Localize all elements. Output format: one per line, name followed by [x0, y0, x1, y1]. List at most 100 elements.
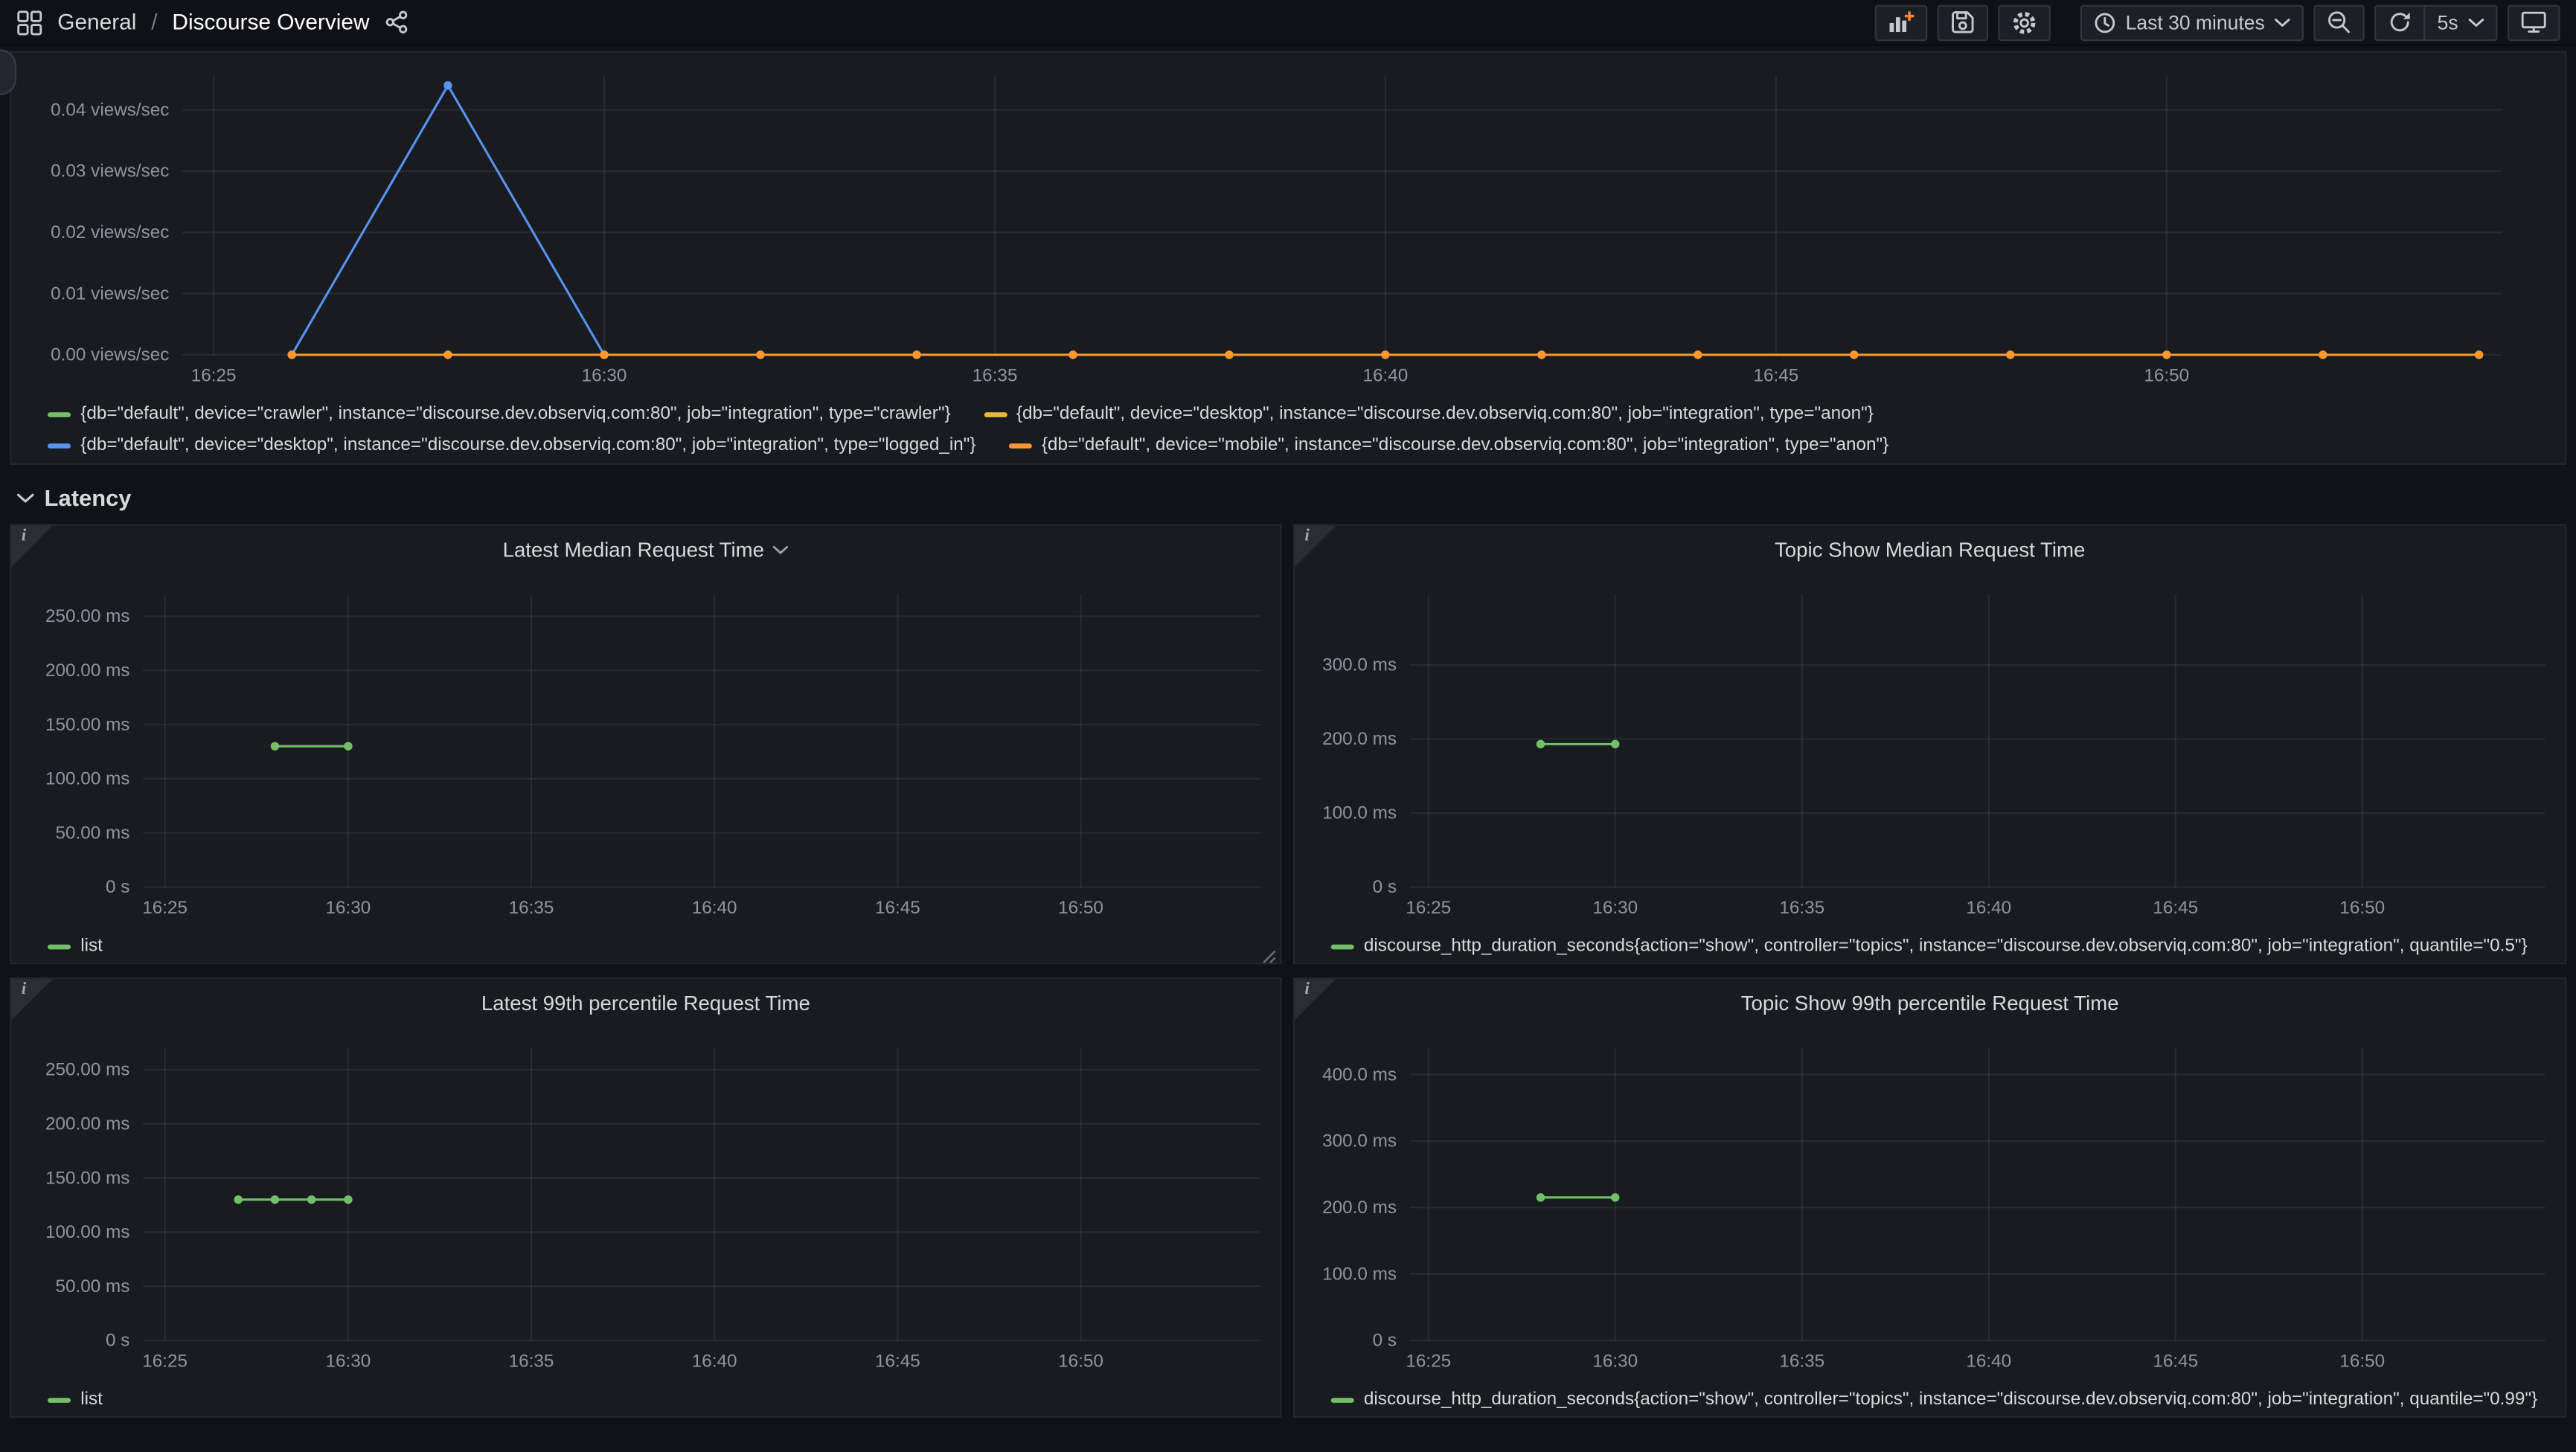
- svg-text:16:25: 16:25: [142, 1351, 188, 1371]
- svg-text:16:35: 16:35: [1779, 1351, 1824, 1371]
- svg-text:16:35: 16:35: [509, 898, 554, 918]
- svg-text:0.03 views/sec: 0.03 views/sec: [51, 161, 169, 182]
- svg-text:150.00 ms: 150.00 ms: [45, 1168, 129, 1188]
- svg-text:16:40: 16:40: [1363, 365, 1409, 385]
- panel-info-icon[interactable]: i: [1295, 526, 1336, 567]
- series-label: list: [80, 933, 103, 959]
- latest-p99-chart[interactable]: 16:2516:3016:3516:4016:4516:500 s50.00 m…: [11, 1028, 1283, 1383]
- breadcrumb-section[interactable]: General: [57, 10, 136, 34]
- svg-text:16:25: 16:25: [1406, 1351, 1451, 1371]
- svg-text:150.00 ms: 150.00 ms: [45, 715, 129, 735]
- svg-text:16:25: 16:25: [142, 898, 188, 918]
- refresh-interval-dropdown[interactable]: 5s: [2424, 4, 2498, 41]
- svg-text:16:40: 16:40: [692, 1351, 737, 1371]
- panel-info-icon[interactable]: i: [11, 526, 52, 567]
- grafana-dashboard: General / Discourse Overview: [0, 0, 2576, 1452]
- svg-text:100.0 ms: 100.0 ms: [1322, 1264, 1397, 1284]
- chevron-down-icon: [16, 492, 34, 503]
- series-color-swatch: [48, 443, 71, 448]
- panel-title[interactable]: Latest 99th percentile Request Time: [11, 979, 1280, 1028]
- panel-legend: list: [11, 1383, 1280, 1413]
- chevron-down-icon: [2275, 17, 2291, 27]
- legend-item[interactable]: list: [48, 933, 103, 959]
- zoom-out-button[interactable]: [2314, 4, 2365, 41]
- panel-info-icon[interactable]: i: [1295, 979, 1336, 1020]
- dashboard-toolbar: Last 30 minutes: [1874, 4, 2560, 41]
- chevron-down-icon: [2468, 17, 2484, 27]
- svg-text:400.0 ms: 400.0 ms: [1322, 1064, 1397, 1085]
- latest-p99-panel: i Latest 99th percentile Request Time 16…: [10, 977, 1281, 1418]
- legend-item[interactable]: discourse_http_duration_seconds{action="…: [1331, 1387, 2537, 1413]
- panel-title[interactable]: Latest Median Request Time: [11, 526, 1280, 575]
- svg-text:16:30: 16:30: [325, 1351, 371, 1371]
- refresh-button[interactable]: [2375, 4, 2426, 41]
- magnifier-minus-icon: [2327, 10, 2352, 34]
- floppy-icon: [1949, 10, 1974, 34]
- topic-show-median-panel: i Topic Show Median Request Time 16:2516…: [1293, 524, 2566, 964]
- panel-resize-handle[interactable]: [1260, 943, 1277, 960]
- refresh-interval-label: 5s: [2438, 10, 2458, 33]
- cycle-view-mode-button[interactable]: [2508, 4, 2560, 41]
- topic-show-p99-panel: i Topic Show 99th percentile Request Tim…: [1293, 977, 2566, 1418]
- svg-text:100.00 ms: 100.00 ms: [45, 769, 129, 789]
- views-legend: {db="default", device="crawler", instanc…: [11, 397, 2565, 458]
- svg-text:16:25: 16:25: [191, 365, 237, 385]
- legend-item[interactable]: discourse_http_duration_seconds{action="…: [1331, 933, 2528, 959]
- svg-text:100.00 ms: 100.00 ms: [45, 1222, 129, 1242]
- topic-show-p99-chart[interactable]: 16:2516:3016:3516:4016:4516:500 s100.0 m…: [1295, 1028, 2568, 1383]
- svg-text:16:50: 16:50: [1058, 898, 1103, 918]
- topic-show-median-chart[interactable]: 16:2516:3016:3516:4016:4516:500 s100.0 m…: [1295, 575, 2568, 930]
- panel-legend: list: [11, 930, 1280, 960]
- panel-legend: discourse_http_duration_seconds{action="…: [1295, 1383, 2565, 1413]
- legend-item[interactable]: list: [48, 1387, 103, 1413]
- svg-text:250.00 ms: 250.00 ms: [45, 606, 129, 626]
- monitor-icon: [2521, 10, 2547, 34]
- svg-text:16:35: 16:35: [973, 365, 1018, 385]
- svg-text:16:45: 16:45: [875, 1351, 920, 1371]
- svg-text:16:40: 16:40: [692, 898, 737, 918]
- latency-section-header[interactable]: Latency: [16, 481, 2576, 514]
- breadcrumb-dashboard-title[interactable]: Discourse Overview: [172, 10, 369, 34]
- legend-item[interactable]: {db="default", device="desktop", instanc…: [48, 432, 975, 458]
- svg-text:16:30: 16:30: [582, 365, 627, 385]
- svg-text:200.00 ms: 200.00 ms: [45, 661, 129, 681]
- save-dashboard-button[interactable]: [1937, 4, 1987, 41]
- legend-item[interactable]: {db="default", device="mobile", instance…: [1009, 432, 1889, 458]
- svg-text:0 s: 0 s: [106, 877, 129, 897]
- panel-title[interactable]: Topic Show Median Request Time: [1295, 526, 2565, 575]
- breadcrumb-separator: /: [151, 10, 157, 34]
- time-range-picker[interactable]: Last 30 minutes: [2080, 4, 2304, 41]
- svg-text:16:30: 16:30: [1592, 898, 1638, 918]
- series-label: {db="default", device="desktop", instanc…: [1016, 401, 1874, 427]
- legend-item[interactable]: {db="default", device="desktop", instanc…: [984, 401, 1874, 427]
- dashboards-grid-icon[interactable]: [16, 9, 42, 35]
- time-range-label: Last 30 minutes: [2126, 10, 2265, 33]
- svg-text:16:50: 16:50: [2339, 1351, 2385, 1371]
- add-panel-button[interactable]: [1874, 4, 1927, 41]
- svg-text:0.01 views/sec: 0.01 views/sec: [51, 283, 169, 303]
- latest-median-chart[interactable]: 16:2516:3016:3516:4016:4516:500 s50.00 m…: [11, 575, 1283, 930]
- svg-text:16:45: 16:45: [1753, 365, 1798, 385]
- svg-text:16:45: 16:45: [2153, 1351, 2198, 1371]
- svg-text:200.0 ms: 200.0 ms: [1322, 1198, 1397, 1218]
- svg-text:0 s: 0 s: [1373, 877, 1397, 897]
- svg-text:0.00 views/sec: 0.00 views/sec: [51, 345, 169, 365]
- svg-text:16:35: 16:35: [1779, 898, 1824, 918]
- series-color-swatch: [1331, 1397, 1354, 1402]
- svg-text:50.00 ms: 50.00 ms: [56, 823, 130, 843]
- latest-median-panel: i Latest Median Request Time 16:25 16:30 1…: [10, 524, 1281, 964]
- series-color-swatch: [1009, 443, 1032, 448]
- svg-text:0 s: 0 s: [106, 1331, 129, 1351]
- svg-text:16:30: 16:30: [325, 898, 371, 918]
- views-chart[interactable]: 16:2516:3016:3516:4016:4516:500.00 views…: [11, 56, 2554, 397]
- svg-text:16:40: 16:40: [1966, 898, 2011, 918]
- legend-item[interactable]: {db="default", device="crawler", instanc…: [48, 401, 951, 427]
- refresh-group: 5s: [2375, 4, 2498, 41]
- share-icon[interactable]: [384, 10, 408, 34]
- svg-text:16:50: 16:50: [1058, 1351, 1103, 1371]
- series-label: {db="default", device="desktop", instanc…: [80, 432, 975, 458]
- dashboard-settings-button[interactable]: [1997, 4, 2050, 41]
- panel-title[interactable]: Topic Show 99th percentile Request Time: [1295, 979, 2565, 1028]
- panel-info-icon[interactable]: i: [11, 979, 52, 1020]
- svg-text:50.00 ms: 50.00 ms: [56, 1276, 130, 1297]
